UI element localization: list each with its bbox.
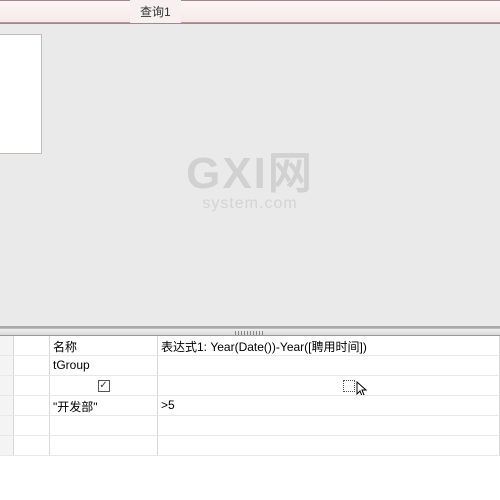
grid-row-or (0, 436, 500, 456)
row-selector[interactable] (0, 396, 14, 415)
or-cell[interactable] (50, 416, 158, 435)
grid-row-show (0, 376, 500, 396)
or-cell[interactable] (50, 436, 158, 455)
grid-row-field: 名称 表达式1: Year(Date())-Year([聘用时间]) (0, 336, 500, 356)
cursor-icon (356, 381, 370, 395)
cell[interactable] (14, 416, 50, 435)
query-design-grid[interactable]: 名称 表达式1: Year(Date())-Year([聘用时间]) tGrou… (0, 336, 500, 456)
show-checkbox-cell[interactable] (50, 376, 158, 395)
table-cell[interactable]: tGroup (50, 356, 158, 375)
splitter-grip-icon (235, 331, 265, 335)
show-checkbox-cell[interactable] (158, 376, 500, 395)
field-cell[interactable]: 名称 (50, 336, 158, 355)
row-selector[interactable] (0, 356, 14, 375)
grid-row-or (0, 416, 500, 436)
criteria-cell[interactable]: "开发部" (50, 396, 158, 415)
design-workspace[interactable]: GXI网 system.com (0, 24, 500, 328)
watermark-sub: system.com (186, 195, 314, 213)
field-cell[interactable]: 表达式1: Year(Date())-Year([聘用时间]) (158, 336, 500, 355)
query-tab-bar: 查询1 (0, 1, 500, 23)
cell[interactable] (14, 336, 50, 355)
watermark: GXI网 system.com (186, 137, 314, 213)
query-tab[interactable]: 查询1 (130, 0, 181, 23)
checkbox-checked-icon[interactable] (98, 380, 110, 392)
cell[interactable] (14, 356, 50, 375)
cell[interactable] (14, 376, 50, 395)
grid-row-table: tGroup (0, 356, 500, 376)
cell[interactable] (14, 396, 50, 415)
row-selector[interactable] (0, 336, 14, 355)
table-panel[interactable] (0, 34, 42, 154)
table-cell[interactable] (158, 356, 500, 375)
query-tab-label: 查询1 (140, 5, 171, 19)
watermark-main: GXI网 (186, 137, 314, 201)
or-cell[interactable] (158, 416, 500, 435)
row-selector[interactable] (0, 436, 14, 455)
or-cell[interactable] (158, 436, 500, 455)
pane-splitter[interactable] (0, 328, 500, 336)
grid-row-criteria: "开发部" >5 (0, 396, 500, 416)
criteria-cell[interactable]: >5 (158, 396, 500, 415)
row-selector[interactable] (0, 416, 14, 435)
cell[interactable] (14, 436, 50, 455)
row-selector[interactable] (0, 376, 14, 395)
checkbox-focused-icon[interactable] (343, 380, 355, 392)
